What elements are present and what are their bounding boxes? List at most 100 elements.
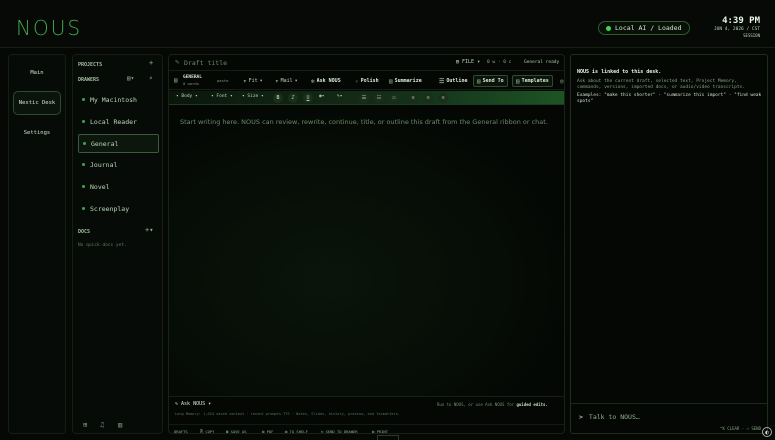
ask-hint-bold: guided edits. [516, 402, 548, 407]
checklist-icon[interactable]: ☑ [389, 93, 399, 103]
model-status-pill[interactable]: Local AI / Loaded [598, 21, 690, 35]
chevron-down-icon: ▾ [294, 78, 298, 84]
tab-general-sub: 0 words [183, 81, 200, 86]
pdf-button[interactable]: ▤ PDF [262, 429, 274, 434]
align-left-icon[interactable]: ≡ [408, 93, 418, 103]
attach-icon[interactable]: ⌕ [149, 75, 153, 82]
print-button[interactable]: ▤ PRINT [372, 429, 388, 433]
left-rail: Main Nestic Desk Settings [8, 54, 66, 434]
drawers-label: DRAWERS [78, 77, 100, 83]
mail-icon: ▾ [275, 77, 279, 85]
drawer-label: General [91, 139, 119, 148]
chat-input-placeholder: Talk to NOUS… [588, 413, 640, 421]
style-select[interactable]: ▾ Body ▾ [176, 94, 198, 99]
status-dot-icon [606, 25, 611, 31]
align-center-icon[interactable]: ≡ [423, 93, 433, 103]
clock: 4:39 PM JUN 4, 2026 / CST SESSION [714, 16, 760, 38]
ask-nous-dropdown[interactable]: ✎ Ask NOUS ▾ [175, 401, 211, 407]
file-menu-label: FILE [462, 59, 475, 65]
chat-input[interactable]: > Talk to NOUS… [579, 413, 640, 421]
font-select[interactable]: ▾ Font ▾ [211, 94, 233, 99]
drawer-journal[interactable]: Journal [78, 156, 159, 173]
ask-nous-button[interactable]: ✻ Ask NOUS [308, 75, 344, 87]
drawer-my-macintosh[interactable]: My Macintosh [78, 91, 159, 108]
save-as-button[interactable]: ▣ SAVE AS [226, 429, 247, 434]
bold-icon[interactable]: B [273, 93, 283, 103]
rail-item-settings[interactable]: Settings [13, 121, 61, 145]
drawer-general[interactable]: General [78, 134, 159, 153]
italic-icon[interactable]: I [288, 93, 298, 103]
size-select[interactable]: ▾ Size ▾ [242, 94, 264, 99]
editor-body[interactable]: Start writing here. NOUS can review, rew… [169, 106, 564, 396]
prompt-icon: > [579, 413, 583, 421]
polish-button[interactable]: ✧ Polish [352, 75, 382, 87]
drawer-local-reader[interactable]: Local Reader [78, 113, 159, 130]
chevron-down-icon: ▾ [259, 78, 263, 84]
drawer-dot-icon [82, 120, 85, 123]
docs-empty-text: No quick docs yet. [78, 243, 127, 248]
font-label: Font [216, 94, 228, 99]
document-icon: ▤ [174, 77, 178, 84]
fit-icon: ▾ [243, 77, 247, 85]
drawer-label: Local Reader [90, 117, 137, 126]
send-to-drawer-button[interactable]: ◎ SEND TO DRAWER [321, 429, 358, 433]
drafts-button[interactable]: DRAFTS [174, 429, 188, 433]
add-doc-icon[interactable]: +▾ [145, 226, 153, 234]
send-icon: ▤ [477, 77, 481, 85]
scroll-handle[interactable] [377, 435, 399, 440]
tab-general-name: GENERAL [183, 75, 202, 80]
drawer-label: Screenplay [90, 204, 130, 213]
rail-item-main[interactable]: Main [13, 61, 61, 85]
fit-button[interactable]: ▾ Fit ▾ [240, 75, 266, 87]
drawer-view-icon[interactable]: ▤▾ [127, 75, 134, 82]
help-icon[interactable]: ◐ [762, 427, 772, 437]
templates-button[interactable]: ▤ Templates [512, 75, 553, 87]
footer-actions: DRAFTS ⎘ COPY ▣ SAVE AS ▤ PDF ▤ TO SHELF… [169, 424, 564, 434]
send-to-label: Send To [482, 78, 504, 84]
draft-title-input[interactable]: Draft title [184, 59, 227, 67]
ask-nous-label: Ask NOUS [316, 78, 341, 84]
send-to-button[interactable]: ▤ Send To [473, 75, 508, 87]
footer-info: Long Memory: 1,024 saved context · recen… [175, 412, 401, 416]
drawer-label: Journal [90, 160, 118, 169]
drawer-label: Novel [90, 182, 110, 191]
highlight-icon[interactable]: ✎▾ [337, 94, 342, 99]
bullet-list-icon[interactable]: ☰ [359, 93, 369, 103]
tab-general[interactable]: ▤ GENERAL 0 words paste [173, 74, 233, 88]
file-menu[interactable]: ▤ FILE ▾ [456, 59, 480, 65]
ask-hint-text: Run to NOUS, or use Ask NOUS for [437, 402, 515, 407]
top-bar: NOUS Local AI / Loaded 4:39 PM JUN 4, 20… [0, 0, 775, 48]
chat-divider [571, 403, 767, 404]
save-as-label: SAVE AS [230, 429, 247, 434]
import-icon[interactable]: ⊞ [83, 421, 87, 429]
polish-label: Polish [360, 78, 379, 84]
pdf-label: PDF [266, 429, 274, 434]
underline-icon[interactable]: U [303, 93, 313, 103]
audio-icon[interactable]: ♫ [100, 421, 104, 429]
drawer-novel[interactable]: Novel [78, 178, 159, 195]
add-project-icon[interactable]: + [149, 59, 153, 67]
mail-label: Mail [280, 78, 293, 84]
editor-panel: ✎ Draft title ▤ FILE ▾ 0 w · 0 c General… [168, 54, 565, 434]
drawers-sidebar: PROJECTS + DRAWERS ▤▾ ⌕ My Macintosh Loc… [72, 54, 163, 434]
to-shelf-button[interactable]: ▤ TO SHELF [285, 429, 308, 434]
text-color-icon[interactable]: ◉▾ [319, 94, 324, 99]
drawer-screenplay[interactable]: Screenplay [78, 200, 159, 217]
rail-item-desk[interactable]: Nestic Desk [13, 91, 61, 115]
more-icon[interactable]: ◎ [557, 75, 564, 87]
wand-icon: ✧ [355, 77, 359, 85]
copy-button[interactable]: ⎘ COPY [200, 429, 214, 433]
summarize-button[interactable]: ▤ Summarize [386, 75, 425, 87]
chat-footer: ^K CLEAR · ⏎ SEND [720, 426, 761, 431]
templates-label: Templates [521, 78, 549, 84]
to-shelf-label: TO SHELF [289, 429, 308, 434]
outline-button[interactable]: ☰ Outline [436, 75, 470, 87]
mail-button[interactable]: ▾ Mail ▾ [272, 75, 301, 87]
align-right-icon[interactable]: ≡ [438, 93, 448, 103]
projects-label: PROJECTS [78, 62, 103, 68]
docs-label: DOCS [78, 229, 91, 235]
trash-icon[interactable]: ▥ [118, 421, 122, 429]
paste-label[interactable]: paste [217, 78, 228, 83]
chat-description: Ask about the current draft, selected te… [577, 79, 745, 90]
numbered-list-icon[interactable]: ☷ [374, 93, 384, 103]
